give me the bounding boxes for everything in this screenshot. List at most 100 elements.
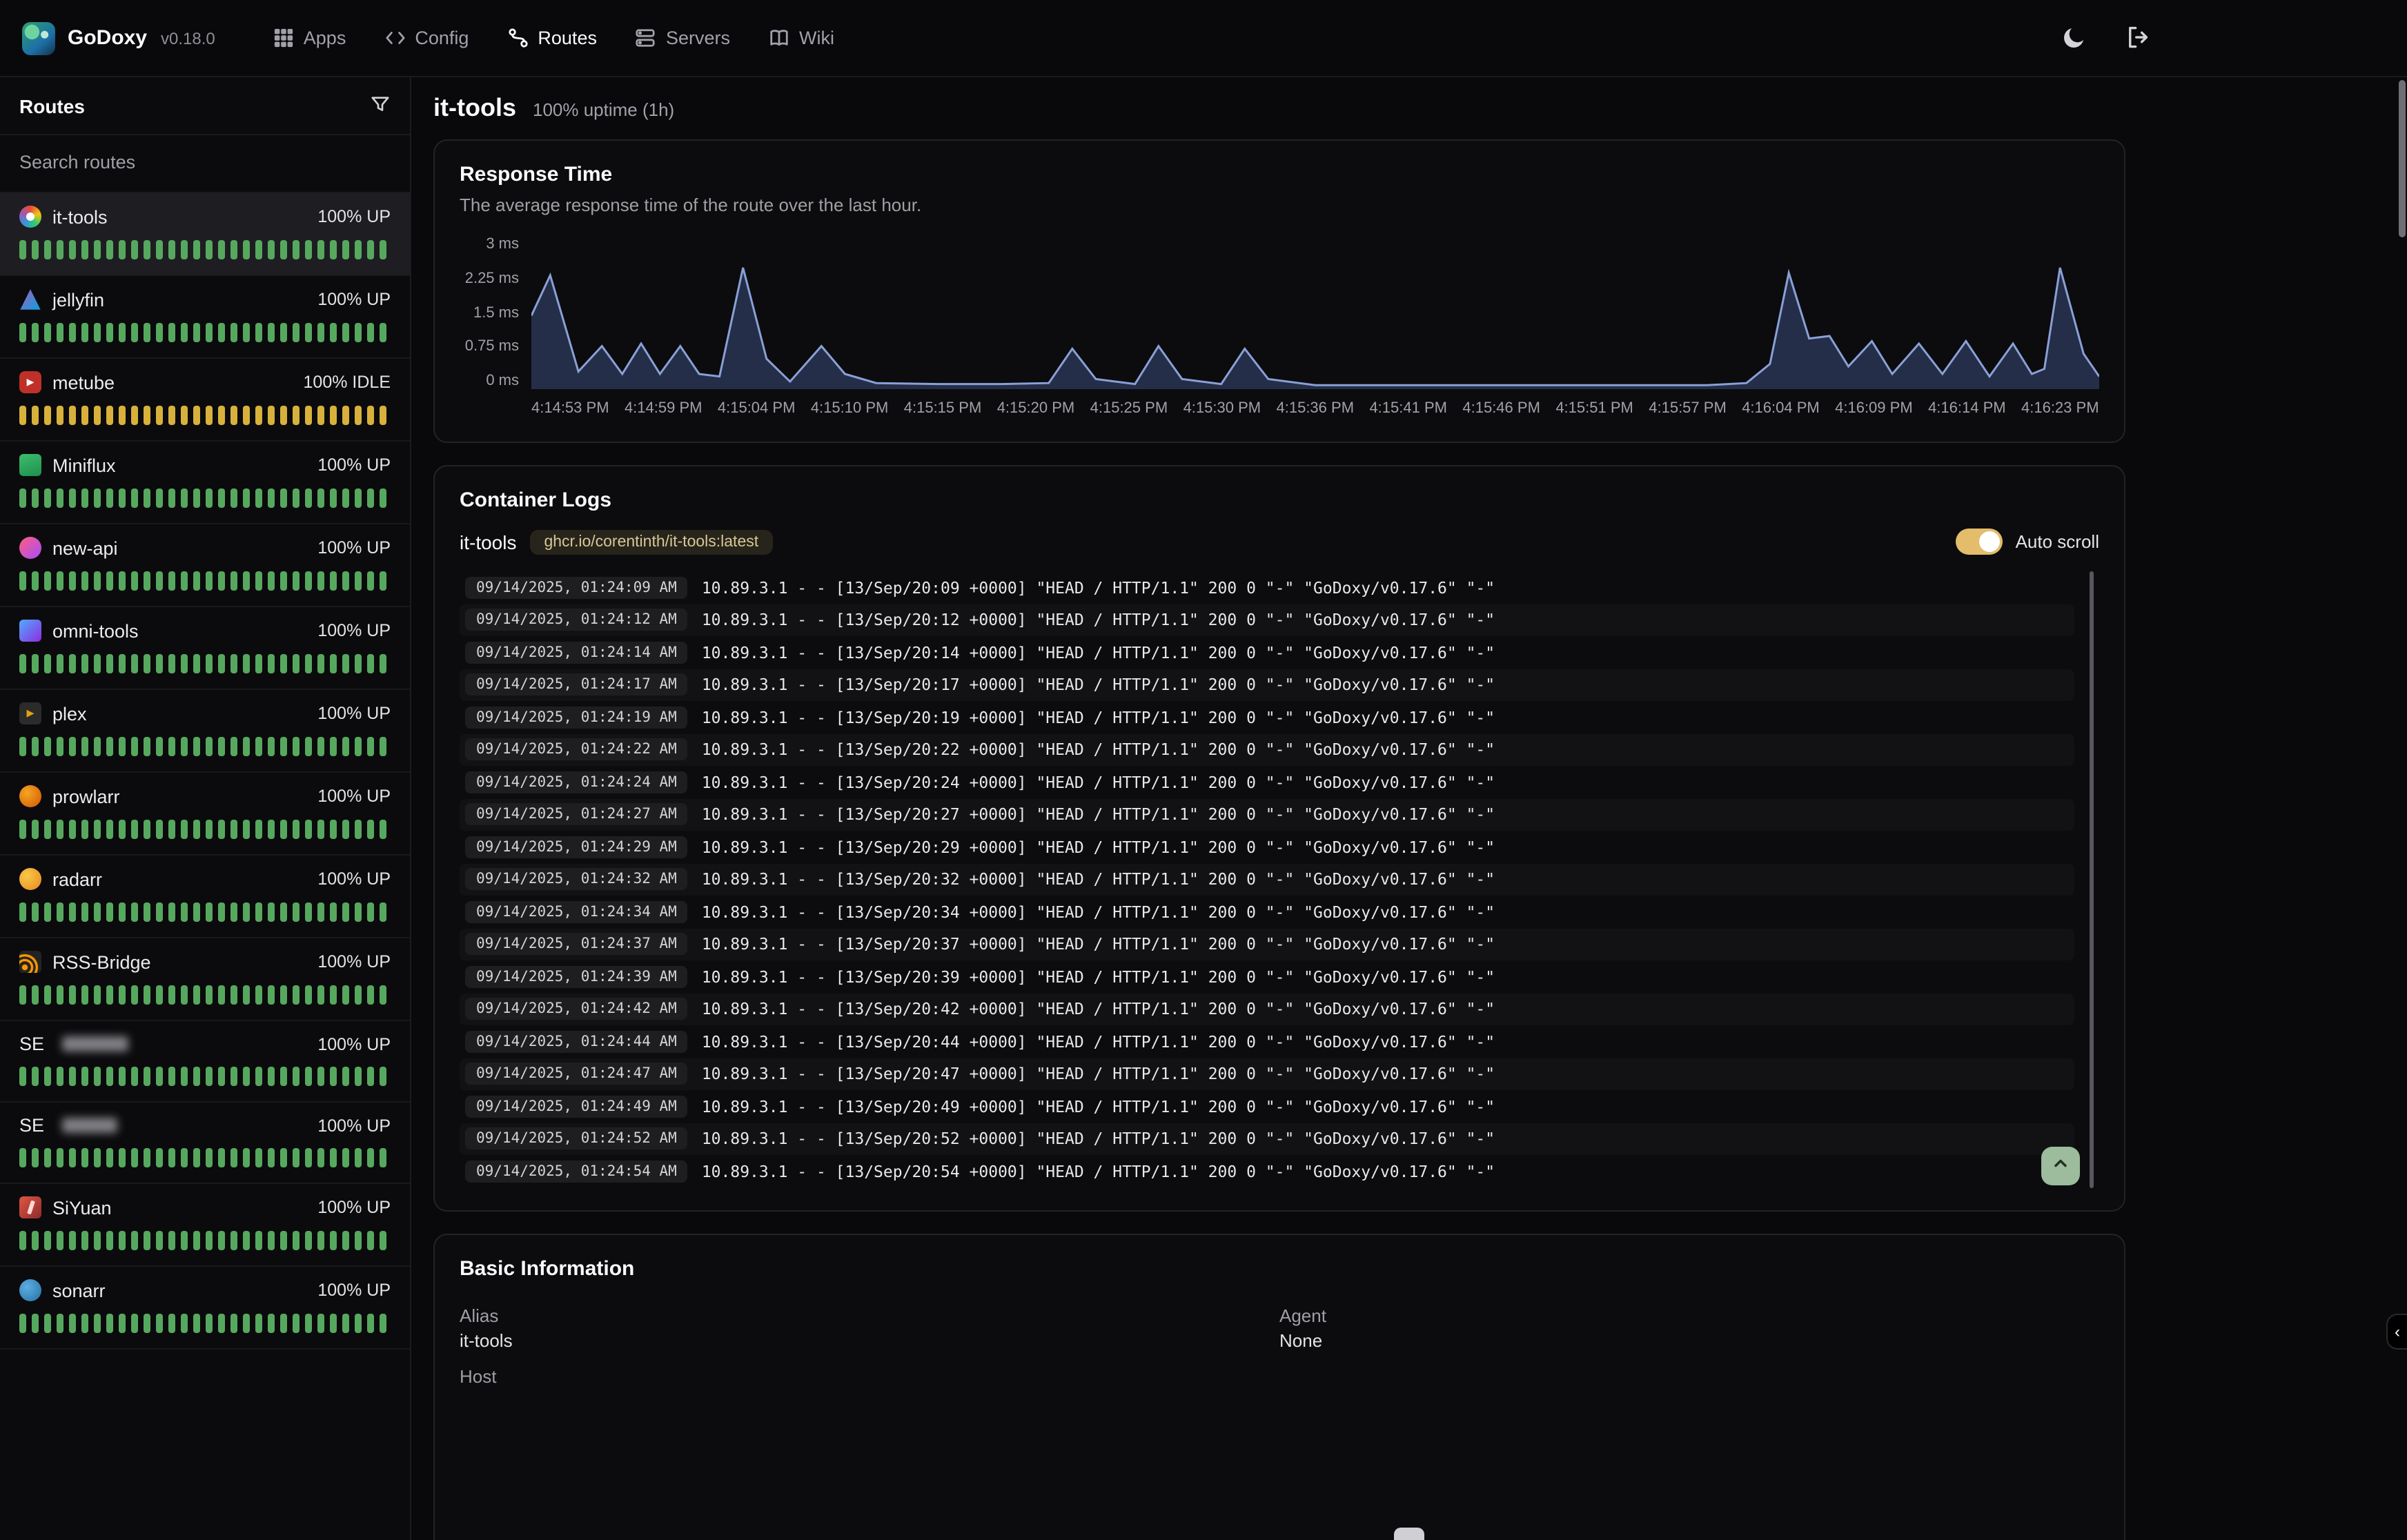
nav-item-label: Servers <box>666 28 730 48</box>
route-list-item-it-tools[interactable]: it-tools100% UP <box>0 193 410 276</box>
page-header: it-tools 100% uptime (1h) <box>433 94 2407 123</box>
siyuan-route-icon <box>19 1196 41 1218</box>
route-list-item-sonarr[interactable]: sonarr100% UP <box>0 1267 410 1350</box>
uptime-bar <box>206 902 213 922</box>
log-timestamp: 09/14/2025, 01:24:37 AM <box>465 934 688 956</box>
uptime-bar <box>330 654 337 673</box>
uptime-bar <box>317 737 324 756</box>
log-line: 09/14/2025, 01:24:34 AM10.89.3.1 - - [13… <box>460 896 2074 928</box>
uptime-bar <box>119 1067 126 1086</box>
route-list-item-rss-bridge[interactable]: RSS-Bridge100% UP <box>0 938 410 1021</box>
scroll-to-top-button[interactable] <box>2041 1146 2080 1185</box>
page-scrollbar-thumb[interactable] <box>2399 80 2406 237</box>
radarr-route-icon <box>19 868 41 890</box>
uptime-bar <box>317 654 324 673</box>
route-list-item-prowlarr[interactable]: prowlarr100% UP <box>0 773 410 856</box>
route-list-item-new-api[interactable]: new-api100% UP <box>0 524 410 607</box>
metube-route-icon <box>19 371 41 393</box>
route-name: radarr <box>52 869 102 889</box>
uptime-bar <box>81 1148 88 1167</box>
nav-item-servers[interactable]: Servers <box>636 28 730 48</box>
uptime-bar <box>144 240 150 259</box>
uptime-bar <box>32 488 39 508</box>
uptime-bar <box>181 1231 188 1250</box>
uptime-bar <box>280 1314 287 1333</box>
uptime-bar <box>94 985 101 1005</box>
nav-item-label: Wiki <box>799 28 834 48</box>
nav-item-config[interactable]: Config <box>384 28 469 48</box>
x-axis-tick: 4:15:36 PM <box>1277 400 1355 417</box>
uptime-bar <box>367 737 374 756</box>
uptime-bar <box>230 985 237 1005</box>
theme-toggle-button[interactable] <box>2062 24 2087 53</box>
logout-button[interactable] <box>2125 24 2150 53</box>
uptime-bar <box>342 654 349 673</box>
uptime-bar <box>156 571 163 591</box>
navbar-actions <box>2062 0 2150 77</box>
uptime-bar <box>168 240 175 259</box>
x-axis-tick: 4:15:30 PM <box>1183 400 1261 417</box>
uptime-bar <box>19 1067 26 1086</box>
uptime-bar <box>131 1314 138 1333</box>
route-status-badge: 100% UP <box>317 1281 391 1300</box>
uptime-bar <box>255 820 262 839</box>
uptime-bar <box>44 1314 51 1333</box>
search-routes-input[interactable] <box>19 152 391 172</box>
uptime-bar <box>317 1231 324 1250</box>
uptime-bar <box>131 985 138 1005</box>
uptime-bar <box>330 1148 337 1167</box>
route-list-item-miniflux[interactable]: Miniflux100% UP <box>0 442 410 524</box>
uptime-bar <box>293 1148 299 1167</box>
route-list-item-omni-tools[interactable]: omni-tools100% UP <box>0 607 410 690</box>
new-api-route-icon <box>19 537 41 559</box>
uptime-bar <box>280 406 287 425</box>
uptime-bar <box>342 820 349 839</box>
uptime-bar <box>32 1148 39 1167</box>
nav-item-routes[interactable]: Routes <box>507 28 597 48</box>
route-list-item-plex[interactable]: plex100% UP <box>0 690 410 773</box>
log-timestamp: 09/14/2025, 01:24:47 AM <box>465 1063 688 1085</box>
log-message: 10.89.3.1 - - [13/Sep/20:14 +0000] "HEAD… <box>702 643 1495 662</box>
x-axis-tick: 4:15:15 PM <box>904 400 982 417</box>
uptime-bar <box>69 488 76 508</box>
uptime-bar <box>106 985 113 1005</box>
sonarr-route-icon <box>19 1279 41 1301</box>
routes-icon <box>507 28 528 48</box>
uptime-bar <box>268 240 275 259</box>
uptime-bar <box>293 240 299 259</box>
route-list-item-se[interactable]: SE100% UP <box>0 1021 410 1103</box>
route-list-item-se[interactable]: SE100% UP <box>0 1103 410 1184</box>
filter-button[interactable] <box>370 94 391 119</box>
partially-visible-floating-button[interactable] <box>1394 1528 1424 1540</box>
response-time-card: Response Time The average response time … <box>433 139 2125 443</box>
uptime-bar <box>44 1231 51 1250</box>
routes-sidebar: Routes it-tools100% UPjellyfin100% UPmet… <box>0 77 411 1540</box>
uptime-bar <box>19 240 26 259</box>
uptime-bar <box>57 406 63 425</box>
uptime-bar <box>106 406 113 425</box>
uptime-bar <box>206 985 213 1005</box>
uptime-bar <box>206 406 213 425</box>
collapse-panel-tab[interactable]: ‹ <box>2386 1314 2407 1350</box>
uptime-bar <box>218 1314 225 1333</box>
uptime-bar <box>317 985 324 1005</box>
route-list-item-siyuan[interactable]: SiYuan100% UP <box>0 1184 410 1267</box>
route-list-item-radarr[interactable]: radarr100% UP <box>0 856 410 938</box>
uptime-summary: 100% uptime (1h) <box>533 99 674 120</box>
uptime-bar <box>243 571 250 591</box>
route-list-item-jellyfin[interactable]: jellyfin100% UP <box>0 276 410 359</box>
uptime-bar <box>243 820 250 839</box>
log-message: 10.89.3.1 - - [13/Sep/20:37 +0000] "HEAD… <box>702 935 1495 954</box>
nav-item-wiki[interactable]: Wiki <box>769 28 834 48</box>
uptime-bar <box>230 1148 237 1167</box>
route-name: SE <box>19 1034 44 1054</box>
uptime-bar <box>168 1148 175 1167</box>
log-scrollbar[interactable] <box>2090 571 2094 1187</box>
uptime-bar <box>119 1148 126 1167</box>
uptime-bar <box>367 323 374 342</box>
uptime-bar <box>57 902 63 922</box>
grid-icon <box>273 28 294 48</box>
auto-scroll-toggle[interactable] <box>1956 529 2003 555</box>
nav-item-apps[interactable]: Apps <box>273 28 346 48</box>
route-list-item-metube[interactable]: metube100% IDLE <box>0 359 410 442</box>
